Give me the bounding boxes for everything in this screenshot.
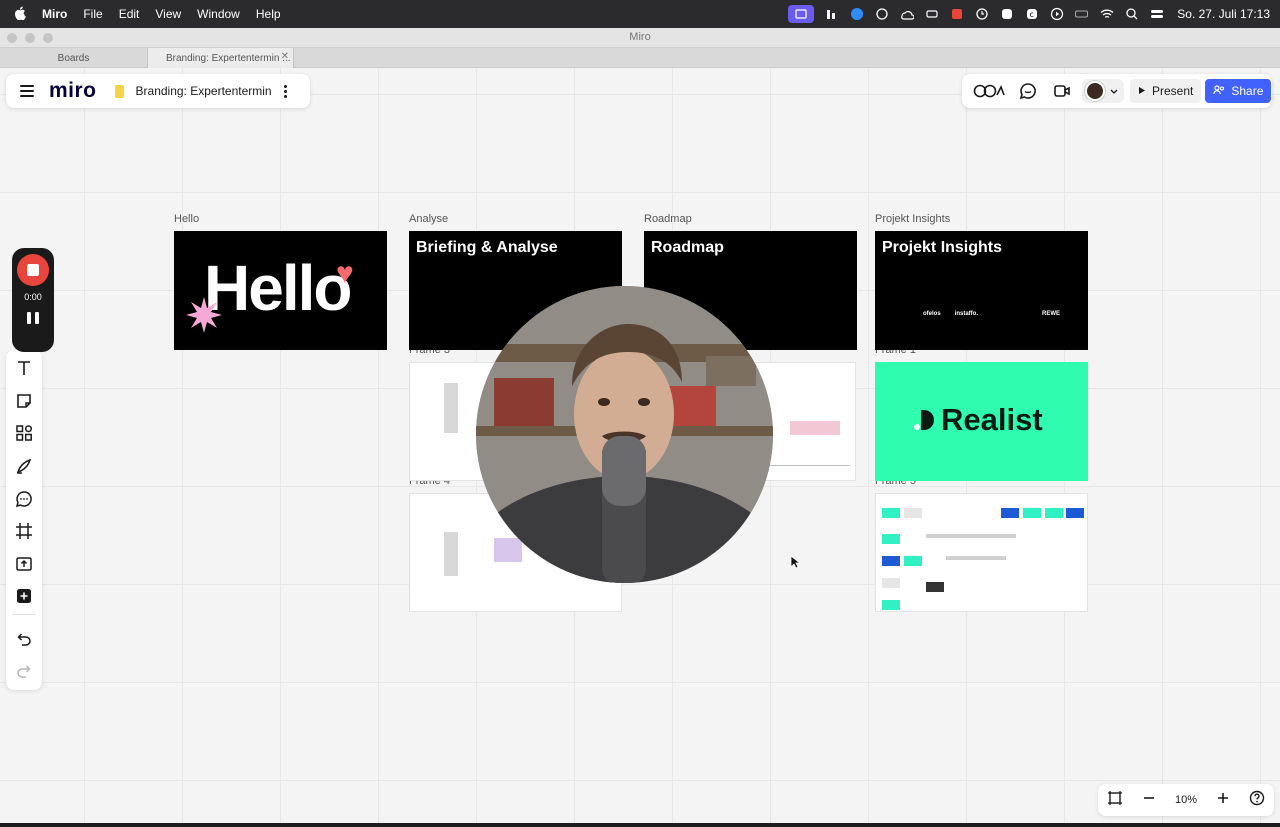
comments-icon[interactable] — [1014, 77, 1042, 105]
tab-label: Boards — [57, 52, 90, 64]
frame-5[interactable] — [875, 493, 1088, 612]
zoom-app-icon[interactable] — [850, 7, 864, 21]
tab-label: Branding: Expertentermin ... — [166, 52, 291, 64]
creative-cloud-icon[interactable] — [900, 7, 915, 21]
window-titlebar: Miro — [0, 28, 1280, 48]
frame-title: Projekt Insights — [882, 239, 1003, 256]
client-logo: instaffo. — [954, 311, 979, 317]
wifi-icon[interactable] — [1100, 7, 1114, 21]
frame-title: Briefing & Analyse — [416, 239, 558, 256]
client-logo: REWE — [1042, 311, 1061, 317]
board-icon — [114, 84, 124, 98]
menubar: Miro File Edit View Window Help c So. 27… — [0, 0, 1280, 28]
text-tool-icon[interactable] — [14, 358, 34, 378]
frame-label-insights[interactable]: Projekt Insights — [875, 213, 950, 225]
sticky-note-icon[interactable] — [14, 391, 34, 411]
board-header: miro Branding: Expertentermin — [6, 74, 310, 108]
window-bottom-edge — [0, 823, 1280, 827]
shapes-icon[interactable] — [14, 423, 34, 443]
stop-recording-button[interactable] — [17, 254, 49, 286]
menu-window[interactable]: Window — [197, 7, 240, 21]
fit-to-screen-icon[interactable] — [1107, 790, 1123, 811]
pause-icon[interactable] — [26, 312, 40, 326]
redo-icon[interactable] — [14, 661, 34, 681]
battery-app-icon[interactable] — [925, 7, 939, 21]
board-title[interactable]: Branding: Expertentermin — [136, 84, 272, 98]
frame-tool-icon[interactable] — [14, 521, 34, 541]
menu-view[interactable]: View — [155, 7, 181, 21]
undo-icon[interactable] — [14, 629, 34, 649]
tab-branding-board[interactable]: Branding: Expertentermin ... ✕ — [148, 48, 294, 68]
app-tray-icon[interactable] — [1000, 7, 1014, 21]
zoom-in-icon[interactable] — [1216, 791, 1230, 810]
present-label: Present — [1152, 84, 1194, 98]
comment-tool-icon[interactable] — [14, 489, 34, 509]
status-bars-icon[interactable] — [825, 7, 839, 21]
main-menu-icon[interactable] — [20, 82, 34, 100]
spotlight-search-icon[interactable] — [1125, 7, 1139, 21]
heart-icon: ♥ — [336, 257, 354, 290]
zoom-controls: 10% — [1098, 784, 1274, 816]
play-icon — [1138, 84, 1146, 98]
chevron-down-icon — [1110, 82, 1118, 100]
app-c-icon[interactable]: c — [1025, 7, 1039, 21]
cloud-sync-icon[interactable] — [875, 7, 889, 21]
avatar[interactable] — [1085, 81, 1105, 101]
frame-label-roadmap[interactable]: Roadmap — [644, 213, 692, 225]
frame-title: Roadmap — [651, 239, 724, 256]
mouse-cursor-icon — [790, 555, 800, 569]
window-title: Miro — [629, 31, 651, 43]
board-options-icon[interactable] — [283, 83, 288, 100]
share-label: Share — [1231, 84, 1264, 98]
creation-toolbar — [6, 350, 42, 690]
svg-text:c: c — [1030, 10, 1034, 19]
presenter-video — [476, 286, 773, 583]
menu-edit[interactable]: Edit — [119, 7, 140, 21]
menu-app-name[interactable]: Miro — [42, 7, 67, 21]
menubar-clock[interactable]: So. 27. Juli 17:13 — [1177, 7, 1270, 21]
webcam-bubble[interactable] — [476, 286, 773, 583]
dropbox-icon[interactable] — [950, 7, 964, 21]
collaboration-toolbar: Present Share — [962, 74, 1272, 108]
frame-1[interactable]: Realist — [875, 362, 1088, 481]
frame-label-hello[interactable]: Hello — [174, 213, 199, 225]
more-apps-icon[interactable] — [14, 586, 34, 606]
hello-text: Hello — [204, 252, 352, 324]
recording-time: 0:00 — [24, 292, 42, 302]
time-machine-icon[interactable] — [975, 7, 989, 21]
client-logos: ofelos instaffo. REWE — [883, 311, 1080, 317]
users-icon — [1213, 84, 1225, 98]
video-call-icon[interactable] — [1048, 77, 1076, 105]
starburst-icon — [186, 297, 222, 333]
realist-wordmark: Realist — [941, 402, 1043, 437]
tab-bar: Boards Branding: Expertentermin ... ✕ — [0, 48, 1280, 68]
zoom-out-icon[interactable] — [1142, 791, 1156, 810]
menu-help[interactable]: Help — [256, 7, 281, 21]
collaborators-menu[interactable] — [1082, 79, 1124, 103]
frame-insights[interactable]: Projekt Insights ofelos instaffo. REWE — [875, 231, 1088, 350]
play-icon[interactable] — [1050, 7, 1064, 21]
reactions-icon[interactable] — [972, 77, 1008, 105]
apple-icon[interactable] — [14, 6, 30, 23]
pen-icon[interactable] — [14, 456, 34, 476]
share-button[interactable]: Share — [1205, 79, 1272, 103]
frame-hello[interactable]: Hello ♥ — [174, 231, 387, 350]
frame-label-analyse[interactable]: Analyse — [409, 213, 448, 225]
zoom-level[interactable]: 10% — [1175, 794, 1197, 806]
help-icon[interactable] — [1249, 790, 1265, 811]
present-button[interactable]: Present — [1130, 79, 1202, 103]
upload-icon[interactable] — [14, 554, 34, 574]
menu-file[interactable]: File — [83, 7, 102, 21]
client-logo: ofelos — [923, 311, 941, 317]
battery-icon — [1075, 7, 1089, 21]
control-center-icon[interactable] — [1150, 7, 1164, 21]
miro-logo[interactable]: miro — [49, 79, 97, 103]
toolbar-divider — [12, 614, 36, 615]
screen-recorder-widget: 0:00 — [12, 248, 54, 352]
tab-close-icon[interactable]: ✕ — [281, 51, 289, 62]
tab-boards[interactable]: Boards — [0, 48, 148, 68]
board-canvas[interactable]: miro Branding: Expertentermin Present Sh… — [0, 68, 1280, 823]
screen-record-icon[interactable] — [788, 5, 815, 23]
realist-logo-icon — [914, 410, 934, 430]
